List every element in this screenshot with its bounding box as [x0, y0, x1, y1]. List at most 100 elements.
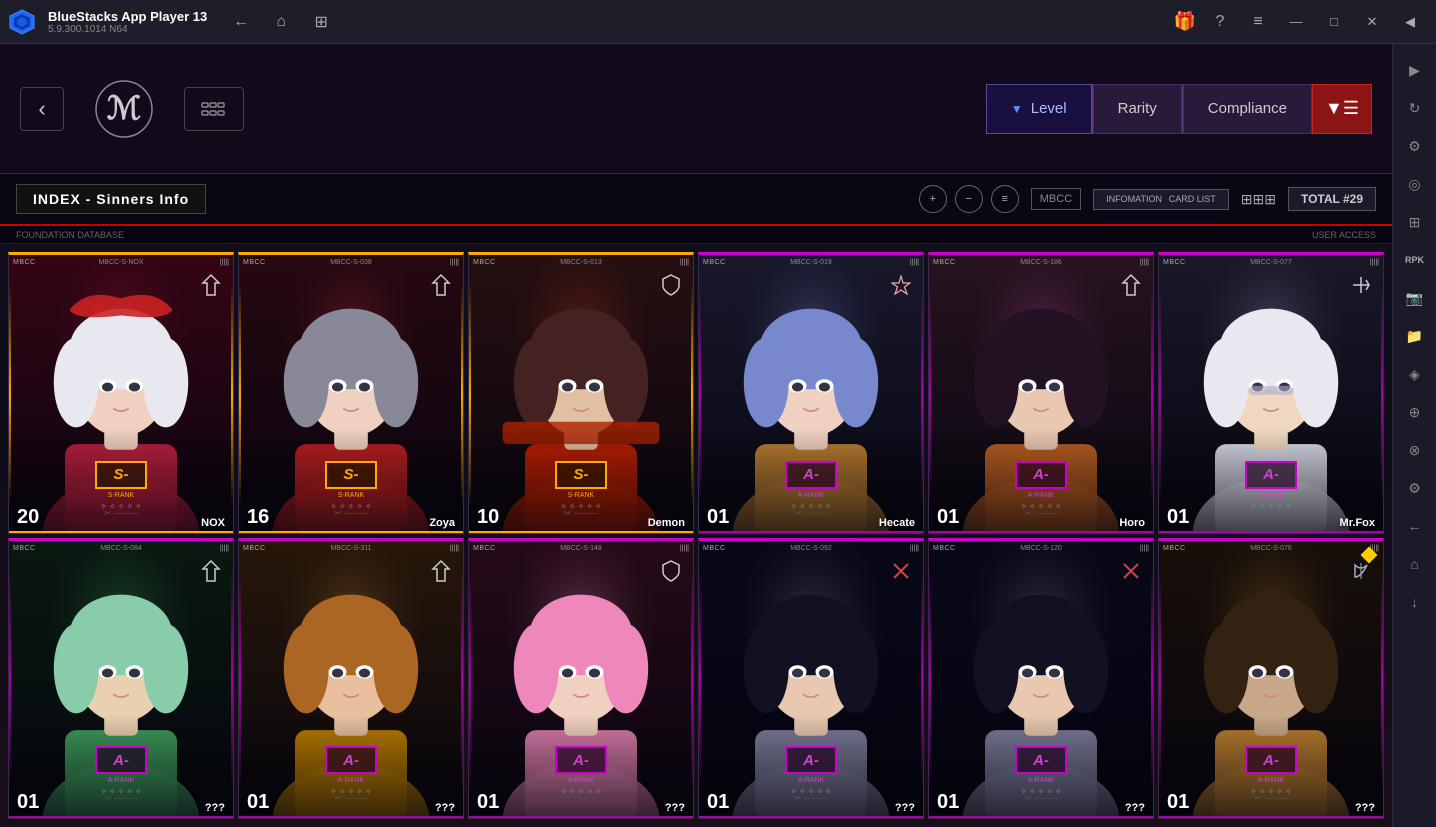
- card-level: 01: [1167, 791, 1189, 814]
- svg-text:ℳ: ℳ: [107, 90, 141, 126]
- card-zoya[interactable]: MBCC MBCC-S-038 ||||| S- S-RANK ✧ ✧ ✧ ✧ …: [238, 252, 464, 534]
- sidebar-down-icon[interactable]: ↓: [1397, 584, 1433, 620]
- card-id-label: MBCC-S-084: [100, 545, 142, 552]
- card-horo[interactable]: MBCC MBCC-S-186 ||||| A- A-RANK ✧ ✧ ✧ ✧ …: [928, 252, 1154, 534]
- card-mbcc-label: MBCC: [13, 545, 36, 552]
- card-mrfox[interactable]: MBCC MBCC-S-077 ||||| A- A-RANK ✧ ✧ ✧ ✧ …: [1158, 252, 1384, 534]
- card-scissors: ✂ --------: [564, 793, 598, 804]
- compliance-filter-label: Compliance: [1208, 100, 1287, 117]
- grid-view-button[interactable]: ⊞⊞⊞: [1241, 191, 1276, 208]
- card-mbcc-label: MBCC: [933, 259, 956, 266]
- card-level: 16: [247, 506, 269, 529]
- cards-grid: MBCC MBCC-S-NOX ||||| S- S-RANK ✧ ✧ ✧ ✧ …: [0, 244, 1392, 827]
- card-id-label: MBCC-S-NOX: [98, 259, 143, 266]
- gift-icon[interactable]: 🎁: [1174, 11, 1196, 32]
- card-left-accent: [929, 568, 931, 790]
- sidebar-diamond-icon[interactable]: ◈: [1397, 356, 1433, 392]
- sidebar-gear-icon[interactable]: ⚙: [1397, 470, 1433, 506]
- game-header: ‹ ℳ ▼ Level: [0, 44, 1392, 174]
- card-scissors: ✂ --------: [1254, 508, 1288, 519]
- sort-other-button[interactable]: ≡: [991, 185, 1019, 213]
- rarity-filter-button[interactable]: Rarity: [1093, 84, 1182, 134]
- card-character-name: Mr.Fox: [1340, 517, 1375, 529]
- card-???[interactable]: MBCC MBCC-S-148 ||||| A- A-RANK ✧ ✧ ✧ ✧ …: [468, 538, 694, 820]
- card-bar-label: |||||: [680, 545, 689, 552]
- header-network-button[interactable]: [184, 87, 244, 131]
- card-right-accent: [691, 568, 693, 790]
- menu-button[interactable]: ≡: [1240, 4, 1276, 40]
- card-???[interactable]: MBCC MBCC-S-084 ||||| A- A-RANK ✧ ✧ ✧ ✧ …: [8, 538, 234, 820]
- card-id-label: MBCC-S-076: [1250, 545, 1292, 552]
- card-???[interactable]: MBCC MBCC-S-120 ||||| A- A-RANK ✧ ✧ ✧ ✧ …: [928, 538, 1154, 820]
- card-???[interactable]: MBCC MBCC-S-076 ||||| A- A-RANK ✧ ✧ ✧ ✧ …: [1158, 538, 1384, 820]
- card-mbcc-label: MBCC: [473, 259, 496, 266]
- titlebar: BlueStacks App Player 13 5.9.300.1014 N6…: [0, 0, 1436, 44]
- close-button[interactable]: ✕: [1354, 4, 1390, 40]
- info-button[interactable]: INFOMATION CARD LIST: [1093, 189, 1229, 210]
- card-???[interactable]: MBCC MBCC-S-311 ||||| A- A-RANK ✧ ✧ ✧ ✧ …: [238, 538, 464, 820]
- prev-button[interactable]: ◀: [1392, 4, 1428, 40]
- level-filter-button[interactable]: ▼ Level: [986, 84, 1092, 134]
- card-right-accent: [1151, 568, 1153, 790]
- card-nox[interactable]: MBCC MBCC-S-NOX ||||| S- S-RANK ✧ ✧ ✧ ✧ …: [8, 252, 234, 534]
- sidebar-rotate-icon[interactable]: ↻: [1397, 90, 1433, 126]
- card-left-accent: [1159, 568, 1161, 790]
- card-character-name: NOX: [201, 517, 225, 529]
- sidebar-home-icon[interactable]: ⌂: [1397, 546, 1433, 582]
- card-right-accent: [231, 283, 233, 505]
- sort-desc-button[interactable]: −: [955, 185, 983, 213]
- sidebar-target-icon[interactable]: ◎: [1397, 166, 1433, 202]
- sidebar-back-icon[interactable]: ←: [1397, 508, 1433, 544]
- rank-badge: A-: [785, 746, 837, 774]
- card-bar-label: |||||: [1370, 259, 1379, 266]
- sidebar-folder-icon[interactable]: 📁: [1397, 318, 1433, 354]
- card-left-accent: [239, 283, 241, 505]
- card-character-name: Hecate: [879, 517, 915, 529]
- card-bottom-accent: [929, 816, 1153, 818]
- card-mbcc-label: MBCC: [473, 545, 496, 552]
- compliance-filter-button[interactable]: Compliance: [1183, 84, 1312, 134]
- game-back-button[interactable]: ‹: [20, 87, 64, 131]
- minimize-button[interactable]: —: [1278, 4, 1314, 40]
- card-character-name: ???: [1125, 802, 1145, 814]
- maximize-button[interactable]: □: [1316, 4, 1352, 40]
- sidebar-camera-icon[interactable]: 📷: [1397, 280, 1433, 316]
- sort-asc-button[interactable]: +: [919, 185, 947, 213]
- card-???[interactable]: MBCC MBCC-S-092 ||||| A- A-RANK ✧ ✧ ✧ ✧ …: [698, 538, 924, 820]
- card-bar-label: |||||: [1140, 545, 1149, 552]
- notice-right-text: USER ACCESS: [1312, 230, 1376, 240]
- card-mbcc-label: MBCC: [1163, 259, 1186, 266]
- sidebar-minus-icon[interactable]: ⊗: [1397, 432, 1433, 468]
- titlebar-right: 🎁 ? ≡ — □ ✕ ◀: [1174, 4, 1436, 40]
- card-right-accent: [921, 568, 923, 790]
- nav-back-button[interactable]: ←: [223, 4, 259, 40]
- sidebar-grid-icon[interactable]: ⊞: [1397, 204, 1433, 240]
- bluestacks-logo: [0, 0, 44, 44]
- card-hecate[interactable]: MBCC MBCC-S-019 ||||| A- A-RANK ✧ ✧ ✧ ✧ …: [698, 252, 924, 534]
- card-class-icon: [427, 557, 455, 585]
- sidebar-rpk-icon[interactable]: RPK: [1397, 242, 1433, 278]
- card-mbcc-label: MBCC: [933, 545, 956, 552]
- rank-badge: S-: [555, 461, 607, 489]
- card-level: 01: [937, 506, 959, 529]
- card-demon[interactable]: MBCC MBCC-S-013 ||||| S- S-RANK ✧ ✧ ✧ ✧ …: [468, 252, 694, 534]
- notice-left-text: FOUNDATION DATABASE: [16, 230, 1312, 240]
- nav-home-button[interactable]: ⌂: [263, 4, 299, 40]
- card-bottom-accent: [239, 816, 463, 818]
- sidebar-play-icon[interactable]: ▶: [1397, 52, 1433, 88]
- sidebar-settings-icon[interactable]: ⚙: [1397, 128, 1433, 164]
- card-mbcc-label: MBCC: [1163, 545, 1186, 552]
- info-label: INFOMATION: [1106, 194, 1162, 204]
- card-bottom-accent: [1159, 816, 1383, 818]
- filter-apply-button[interactable]: ▼☰: [1312, 84, 1372, 134]
- card-right-accent: [461, 568, 463, 790]
- total-badge: TOTAL #29: [1288, 187, 1376, 211]
- card-character-name: ???: [205, 802, 225, 814]
- card-right-accent: [231, 568, 233, 790]
- game-area: ‹ ℳ ▼ Level: [0, 44, 1392, 827]
- sidebar-plus-icon[interactable]: ⊕: [1397, 394, 1433, 430]
- help-button[interactable]: ?: [1202, 4, 1238, 40]
- card-id-label: MBCC-S-120: [1020, 545, 1062, 552]
- index-right: + − ≡ MBCC INFOMATION CARD LIST ⊞⊞⊞ TOTA…: [919, 185, 1376, 213]
- nav-multi-button[interactable]: ⊞: [303, 4, 339, 40]
